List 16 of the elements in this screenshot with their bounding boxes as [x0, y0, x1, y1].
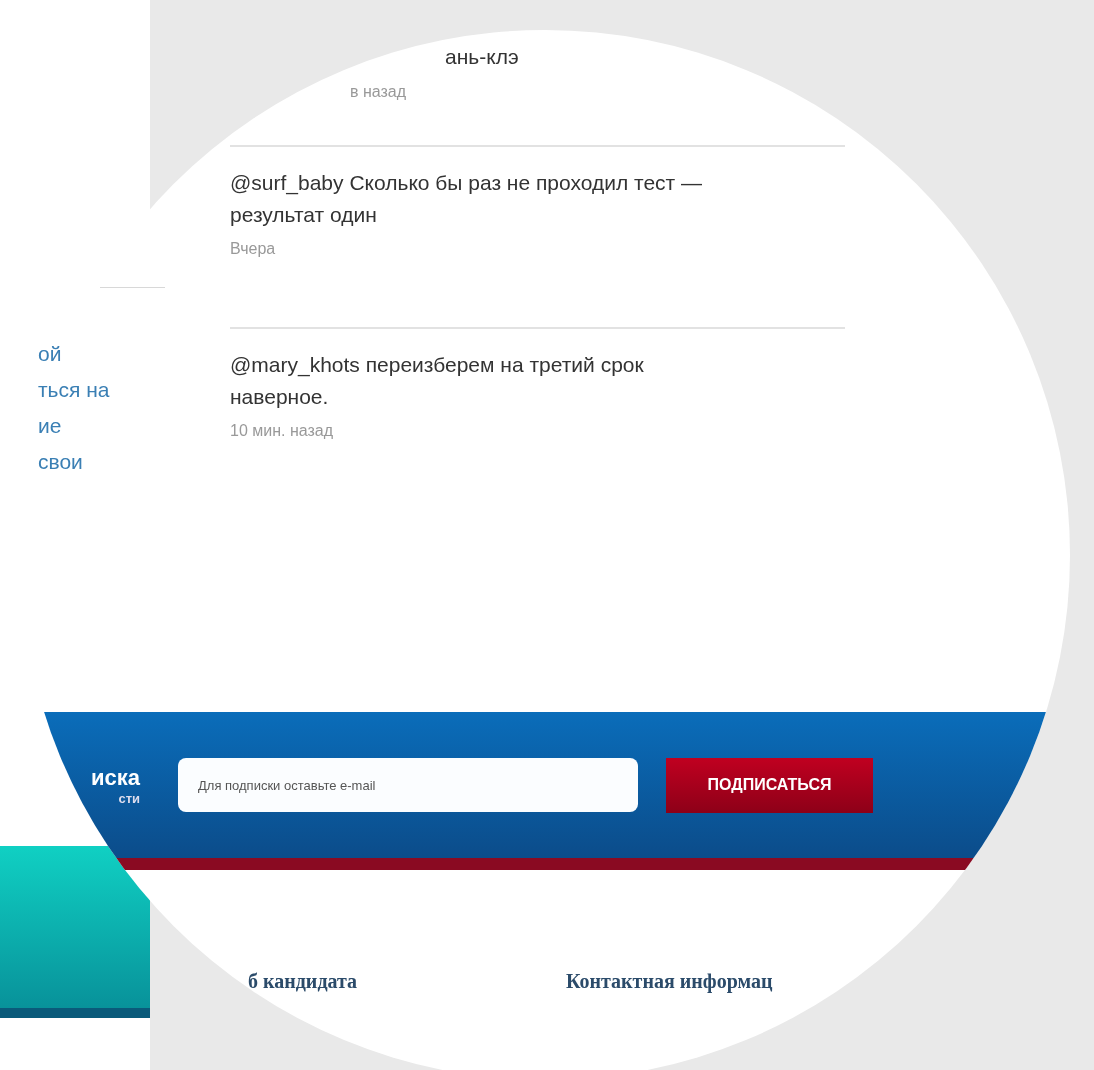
footer-link[interactable]: б кандидата	[248, 970, 358, 993]
comment-time: в назад	[350, 84, 408, 100]
subscribe-subtitle: сти	[118, 790, 140, 806]
subscribe-title: иска	[91, 764, 140, 791]
comment-text: ань-клэ	[445, 45, 520, 69]
sidebar-link-text[interactable]: ться на	[38, 372, 110, 408]
sidebar-link-text[interactable]: ой	[38, 336, 62, 372]
subscribe-button[interactable]: ПОДПИСАТЬСЯ	[666, 757, 873, 813]
sidebar-link-text[interactable]: ие	[38, 408, 62, 444]
comment-time: 10 мин. назад	[230, 422, 335, 440]
comment-time: Вчера	[230, 240, 277, 258]
sidebar-link-text[interactable]: свои	[38, 444, 83, 480]
footer-link[interactable]: Контактная информац	[566, 970, 773, 993]
comment-text: @surf_baby Сколько бы раз не проходил тест — результат один	[230, 170, 704, 228]
comment-text: @mary_khots переизберем на третий срок наверное.	[230, 352, 645, 410]
email-field[interactable]: Для подписки оставьте e-mail	[178, 758, 638, 812]
